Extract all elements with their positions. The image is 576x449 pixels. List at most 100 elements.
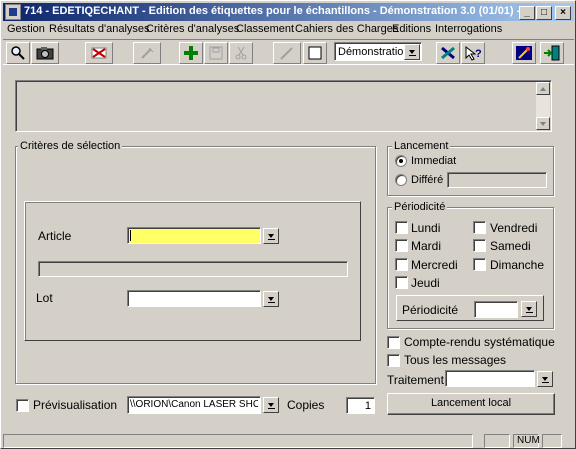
save-button[interactable]: [204, 42, 228, 64]
menu-gestion[interactable]: Gestion: [7, 23, 45, 35]
context-help-icon: ?: [465, 45, 482, 61]
arrow-down-icon: [540, 122, 546, 126]
article-description-field: [38, 261, 348, 277]
menu-cahiers-charges[interactable]: Cahiers des Charges: [295, 23, 398, 35]
menu-interrogations[interactable]: Interrogations: [435, 23, 502, 35]
delete-record-button[interactable]: [85, 42, 113, 64]
status-cell-caps: [484, 434, 510, 448]
toolbar: Démonstration 3.0 ?: [3, 39, 574, 65]
printer-value: \\ORION\Canon LASER SHO: [130, 399, 258, 410]
camera-button[interactable]: [31, 42, 59, 64]
checkbox-preview[interactable]: [16, 399, 29, 412]
checkbox-report[interactable]: [387, 336, 400, 349]
close-button[interactable]: ×: [555, 6, 571, 20]
periodicity-label: Périodicité: [402, 303, 459, 317]
menu-resultats-analyses[interactable]: Résultats d'analyses: [49, 23, 150, 35]
checkbox-mardi[interactable]: [395, 239, 408, 252]
scroll-down-button[interactable]: [536, 117, 550, 130]
scrollbar[interactable]: [536, 82, 550, 130]
checkbox-lundi[interactable]: [395, 221, 408, 234]
menu-editions[interactable]: Editions: [392, 23, 431, 35]
processing-dropdown-button[interactable]: [537, 371, 553, 387]
checkbox-vendredi[interactable]: [473, 221, 486, 234]
report-label: Compte-rendu systématique: [404, 335, 555, 349]
status-num-cell: NUM: [513, 434, 540, 448]
launch-local-button[interactable]: Lancement local: [387, 393, 555, 415]
all-messages-label: Tous les messages: [404, 353, 507, 367]
maximize-button[interactable]: □: [536, 6, 552, 20]
deferred-datetime-field[interactable]: [447, 172, 547, 188]
exit-door-icon: [544, 45, 560, 61]
checkbox-samedi[interactable]: [473, 239, 486, 252]
processing-label: Traitement: [387, 373, 444, 387]
blank-page-button[interactable]: [303, 42, 327, 64]
cut-icon: [235, 46, 247, 60]
arrow-up-icon: [540, 87, 546, 91]
chevron-down-icon[interactable]: [404, 44, 420, 60]
edit-button[interactable]: [133, 42, 161, 64]
periodicity-legend: Périodicité: [392, 201, 448, 213]
launch-group: Lancement: [387, 140, 554, 196]
immediate-radio[interactable]: [395, 155, 407, 167]
label-dimanche: Dimanche: [490, 258, 545, 272]
minimize-button[interactable]: _: [519, 6, 535, 20]
launch-legend: Lancement: [392, 140, 451, 152]
magic-wand-icon: [516, 46, 532, 60]
printer-dropdown-button[interactable]: [263, 397, 279, 413]
message-area[interactable]: [15, 80, 552, 132]
scroll-up-button[interactable]: [536, 82, 550, 95]
deferred-radio[interactable]: [395, 174, 407, 186]
article-input[interactable]: [127, 227, 261, 244]
lot-lookup-button[interactable]: [263, 291, 279, 307]
edit-icon: [141, 47, 154, 59]
label-vendredi: Vendredi: [490, 221, 538, 235]
lot-label: Lot: [36, 291, 53, 305]
app-icon: [5, 4, 21, 20]
magic-wand-button[interactable]: [512, 42, 536, 64]
status-cell-scroll: [542, 434, 562, 448]
title-bar[interactable]: 714 - EDETIQECHANT - Edition des étiquet…: [3, 3, 574, 21]
context-help-button[interactable]: ?: [461, 42, 485, 64]
search-icon: [11, 46, 25, 60]
immediate-label: Immediat: [411, 155, 457, 167]
cut-button[interactable]: [229, 42, 253, 64]
menu-classement[interactable]: Classement: [236, 23, 294, 35]
printer-select[interactable]: \\ORION\Canon LASER SHO: [127, 396, 261, 414]
dataset-select[interactable]: Démonstration 3.0: [334, 42, 422, 61]
label-jeudi: Jeudi: [411, 276, 440, 290]
blank-page-icon: [308, 46, 322, 60]
article-label: Article: [38, 229, 72, 243]
exit-button[interactable]: [540, 42, 564, 64]
add-button[interactable]: [179, 42, 203, 64]
checkbox-mercredi[interactable]: [395, 258, 408, 271]
copies-value: 1: [364, 400, 371, 412]
save-icon: [209, 46, 223, 60]
lot-input[interactable]: [127, 290, 261, 307]
deferred-label: Différé: [411, 174, 444, 186]
preview-label: Prévisualisation: [33, 398, 118, 412]
transfer-icon: [441, 46, 455, 60]
periodicity-input[interactable]: [474, 301, 518, 318]
text-cursor: [130, 230, 131, 241]
menu-bar: Gestion Résultats d'analyses Critères d'…: [3, 21, 574, 39]
checkbox-jeudi[interactable]: [395, 276, 408, 289]
delete-record-icon: [91, 47, 107, 59]
add-icon: [184, 46, 198, 60]
processing-input[interactable]: [445, 370, 535, 387]
camera-icon: [36, 47, 54, 60]
copies-input[interactable]: 1: [346, 397, 375, 414]
menu-criteres-analyses[interactable]: Critères d'analyses: [146, 23, 239, 35]
article-lookup-button[interactable]: [263, 228, 279, 244]
svg-text:?: ?: [475, 48, 482, 60]
label-lundi: Lundi: [411, 221, 441, 235]
checkbox-all-messages[interactable]: [387, 354, 400, 367]
application-window: 714 - EDETIQECHANT - Edition des étiquet…: [0, 0, 576, 449]
pencil-icon: [280, 47, 293, 60]
periodicity-dropdown-button[interactable]: [521, 301, 537, 317]
pencil-button[interactable]: [273, 42, 301, 64]
search-button[interactable]: [6, 42, 30, 64]
copies-label: Copies: [287, 398, 325, 412]
transfer-button[interactable]: [436, 42, 460, 64]
checkbox-dimanche[interactable]: [473, 258, 486, 271]
window-title: 714 - EDETIQECHANT - Edition des étiquet…: [24, 5, 524, 17]
